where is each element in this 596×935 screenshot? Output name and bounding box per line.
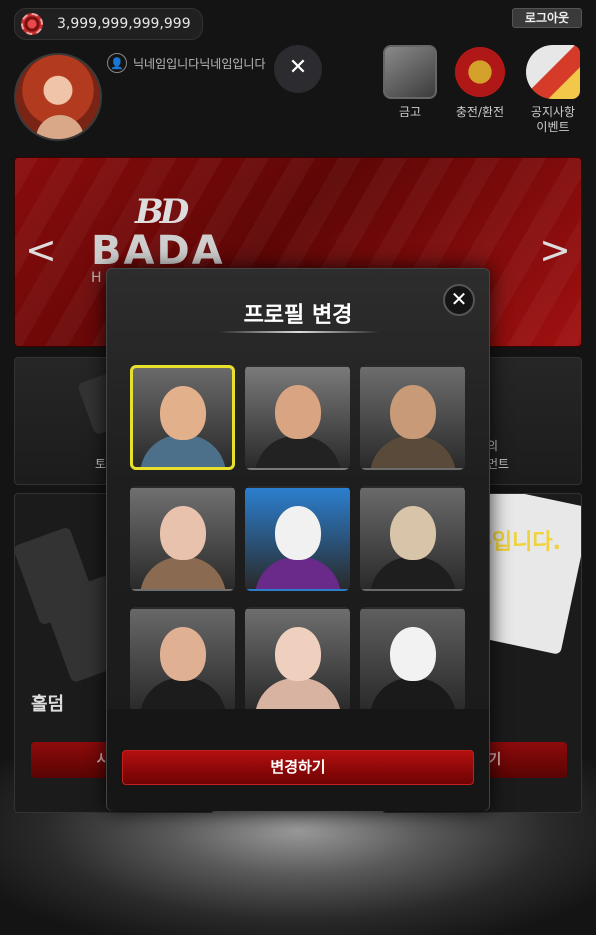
avatar-face — [159, 385, 206, 440]
modal-close-icon[interactable]: ✕ — [443, 284, 475, 316]
quick-menu-safe[interactable]: 금고 — [383, 45, 437, 120]
game-card-label: 먼트 — [487, 457, 510, 471]
avatar-body — [254, 557, 341, 589]
clown-avatar[interactable] — [245, 486, 350, 591]
avatar-face — [274, 385, 321, 440]
long-hair-woman-avatar[interactable] — [245, 607, 350, 712]
avatar-body — [139, 435, 226, 467]
quick-menu-label: 공지사항 이벤트 — [530, 105, 576, 134]
exchange-icon — [453, 45, 507, 99]
mustache-gambler-avatar[interactable] — [245, 365, 350, 470]
pirate-avatar[interactable] — [360, 365, 465, 470]
logout-button[interactable]: 로그아웃 — [512, 8, 582, 28]
young-man-avatar[interactable] — [130, 365, 235, 470]
avatar-face — [389, 506, 436, 561]
nickname-text: 닉네임입니다닉네임입니다 — [133, 56, 266, 71]
banner-logo-mark: BD — [135, 192, 189, 232]
banner-next-arrow[interactable]: > — [539, 228, 571, 272]
avatar-face — [274, 627, 321, 682]
notice-megaphone-icon — [526, 45, 580, 99]
avatar-face — [389, 385, 436, 440]
promo-text: -입니다. — [482, 530, 561, 555]
balance-value: 3,999,999,999,999 — [57, 16, 191, 32]
bubblegum-lady-avatar[interactable] — [130, 486, 235, 591]
avatar-body — [139, 557, 226, 589]
avatar-face — [159, 506, 206, 561]
avatar-body — [369, 678, 456, 710]
banner-subtext: H — [91, 270, 106, 286]
user-icon: 👤 — [107, 53, 127, 73]
avatar-face — [159, 627, 206, 682]
poker-chip-icon — [21, 13, 43, 35]
nickname-row: 👤 닉네임입니다닉네임입니다 — [107, 53, 265, 73]
banner-prev-arrow[interactable]: < — [25, 228, 57, 272]
profile-avatar[interactable] — [14, 53, 102, 141]
safe-icon — [383, 45, 437, 99]
avatar-face — [274, 506, 321, 561]
avatar-body — [254, 436, 341, 468]
close-icon[interactable]: ✕ — [274, 45, 322, 93]
bulldog-avatar[interactable] — [360, 486, 465, 591]
quick-menu-notice[interactable]: 공지사항 이벤트 — [526, 45, 580, 135]
modal-title: 프로필 변경 — [243, 303, 353, 328]
quick-menu-label: 충전/환전 — [455, 105, 505, 119]
sunglasses-woman-avatar[interactable] — [130, 607, 235, 712]
profile-change-modal: 프로필 변경 ✕ 변경하기 — [106, 268, 490, 811]
dalmatian-avatar[interactable] — [360, 607, 465, 712]
avatar-body — [369, 436, 456, 468]
balance-display: 3,999,999,999,999 — [14, 8, 203, 40]
avatar-grid — [130, 365, 465, 712]
holdem-title: 홀덤 — [31, 694, 65, 715]
avatar-body — [139, 678, 226, 710]
title-underline — [219, 331, 379, 333]
avatar-body — [254, 678, 341, 710]
game-card-label: 토 — [95, 457, 107, 471]
quick-menu-exchange[interactable]: 충전/환전 — [453, 45, 507, 120]
avatar-body — [369, 557, 456, 589]
avatar-face — [389, 627, 436, 682]
change-button[interactable]: 변경하기 — [122, 750, 474, 785]
quick-menu-label: 금고 — [398, 105, 422, 119]
